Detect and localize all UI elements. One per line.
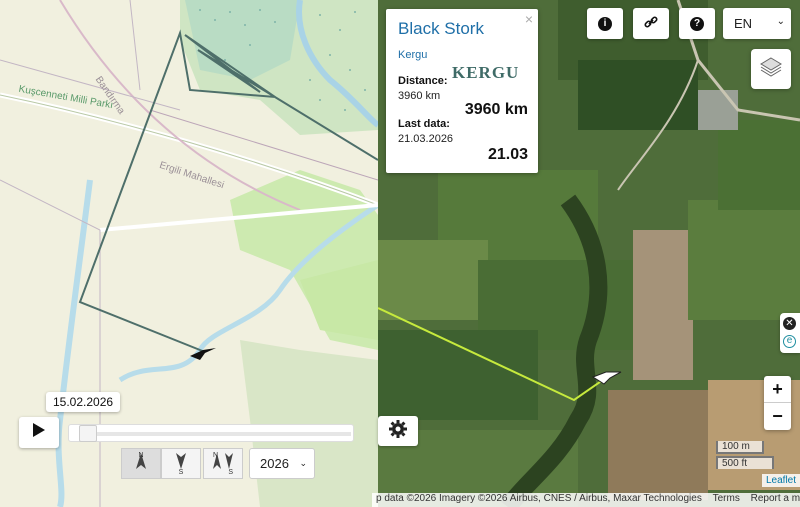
dir2-bottom-label: S xyxy=(178,469,184,476)
language-select[interactable]: EN ⌄ xyxy=(723,8,791,39)
scale-metric: 100 m xyxy=(716,441,764,454)
dir1-top-label: N xyxy=(138,452,144,459)
scale-bar: 100 m 500 ft xyxy=(716,441,774,469)
layers-icon xyxy=(759,56,783,83)
zoom-control: + − xyxy=(764,376,791,430)
scale-imperial: 500 ft xyxy=(716,456,774,469)
attribution-text: p data ©2026 Imagery ©2026 Airbus, CNES … xyxy=(376,493,702,504)
lastdata-small: 21.03.2026 xyxy=(398,133,454,145)
gear-icon xyxy=(388,419,408,444)
info-icon: i xyxy=(598,16,612,31)
project-logo: KERGU xyxy=(452,63,520,82)
layers-button[interactable] xyxy=(751,49,791,89)
leaflet-link[interactable]: Leaflet xyxy=(762,474,800,487)
play-icon xyxy=(32,422,46,443)
direction-both-button[interactable]: N S xyxy=(203,448,243,479)
share-link-button[interactable] xyxy=(633,8,669,39)
timeline-date-label: 15.02.2026 xyxy=(46,392,121,412)
timeline-slider[interactable] xyxy=(68,424,354,442)
link-icon xyxy=(644,15,658,32)
language-value: EN xyxy=(734,16,753,31)
dir3-top-label: N xyxy=(213,452,219,459)
play-button[interactable] xyxy=(19,417,59,448)
distance-big: 3960 km xyxy=(464,101,528,118)
lastdata-label: Last data: xyxy=(398,118,450,130)
dir3-bottom-label: S xyxy=(228,469,233,476)
timeline-track xyxy=(97,432,351,436)
side-panel-tab[interactable]: ✕ e xyxy=(780,313,800,353)
help-icon: ? xyxy=(690,16,704,31)
year-select[interactable]: 2026 ⌄ xyxy=(249,448,315,479)
year-value: 2026 xyxy=(260,456,289,471)
info-button[interactable]: i xyxy=(587,8,623,39)
app-root: Kuşcenneti Milli Parkı Bandırma Ergili M… xyxy=(0,0,800,507)
bird-info-popup: × Black Stork Kergu KERGU Distance: 3960… xyxy=(386,9,538,173)
chevron-down-icon: ⌄ xyxy=(299,458,307,468)
chevron-down-icon: ⌄ xyxy=(776,16,785,27)
zoom-out-button[interactable]: − xyxy=(764,403,791,430)
zoom-in-button[interactable]: + xyxy=(764,376,791,403)
map-attribution: p data ©2026 Imagery ©2026 Airbus, CNES … xyxy=(372,493,800,507)
lastdata-big: 21.03 xyxy=(487,146,528,163)
terms-link[interactable]: Terms xyxy=(713,493,740,504)
settings-button[interactable] xyxy=(378,416,418,446)
e-icon[interactable]: e xyxy=(783,335,796,348)
direction-south-button[interactable]: S xyxy=(161,448,201,479)
popup-close-button[interactable]: × xyxy=(525,11,533,27)
timeline-thumb[interactable] xyxy=(79,425,97,442)
project-link[interactable]: Kergu xyxy=(398,49,526,61)
direction-north-button[interactable]: N xyxy=(121,448,161,479)
close-circle-icon[interactable]: ✕ xyxy=(783,317,796,330)
report-error-link[interactable]: Report a map error xyxy=(751,493,800,504)
help-button[interactable]: ? xyxy=(679,8,715,39)
species-title: Black Stork xyxy=(398,19,484,38)
